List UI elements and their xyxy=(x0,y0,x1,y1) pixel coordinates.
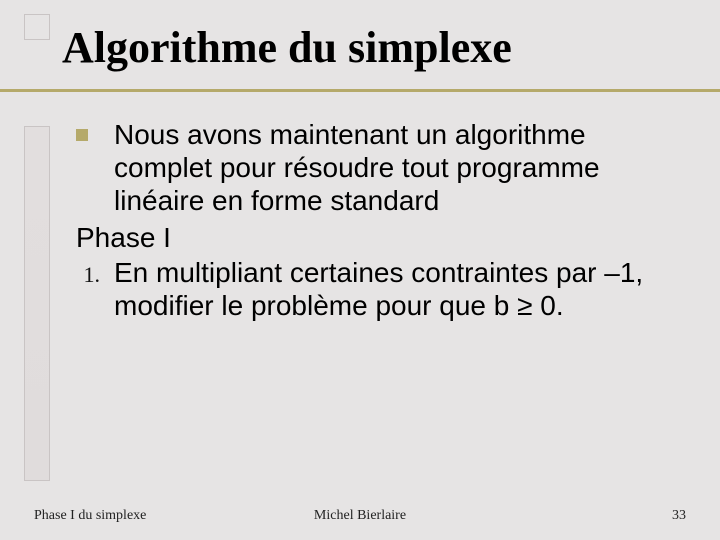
title-underline xyxy=(0,89,720,92)
numbered-marker: 1. xyxy=(68,262,114,288)
numbered-text: En multipliant certaines contraintes par… xyxy=(114,256,680,322)
decorative-side-bar xyxy=(24,126,50,481)
bullet-text: Nous avons maintenant un algorithme comp… xyxy=(114,118,680,217)
footer-left: Phase I du simplexe xyxy=(34,508,146,524)
slide-title: Algorithme du simplexe xyxy=(62,22,686,73)
decorative-corner-box xyxy=(24,14,50,40)
bullet-item: Nous avons maintenant un algorithme comp… xyxy=(76,118,680,217)
slide-content: Nous avons maintenant un algorithme comp… xyxy=(76,118,680,322)
slide-number: 33 xyxy=(672,508,686,524)
square-bullet-icon xyxy=(76,129,88,141)
footer-center: Michel Bierlaire xyxy=(314,508,406,524)
slide-footer: Phase I du simplexe Michel Bierlaire 33 xyxy=(34,508,686,524)
phase-label: Phase I xyxy=(76,221,680,254)
numbered-item: 1. En multipliant certaines contraintes … xyxy=(76,256,680,322)
slide: Algorithme du simplexe Nous avons mainte… xyxy=(0,0,720,540)
